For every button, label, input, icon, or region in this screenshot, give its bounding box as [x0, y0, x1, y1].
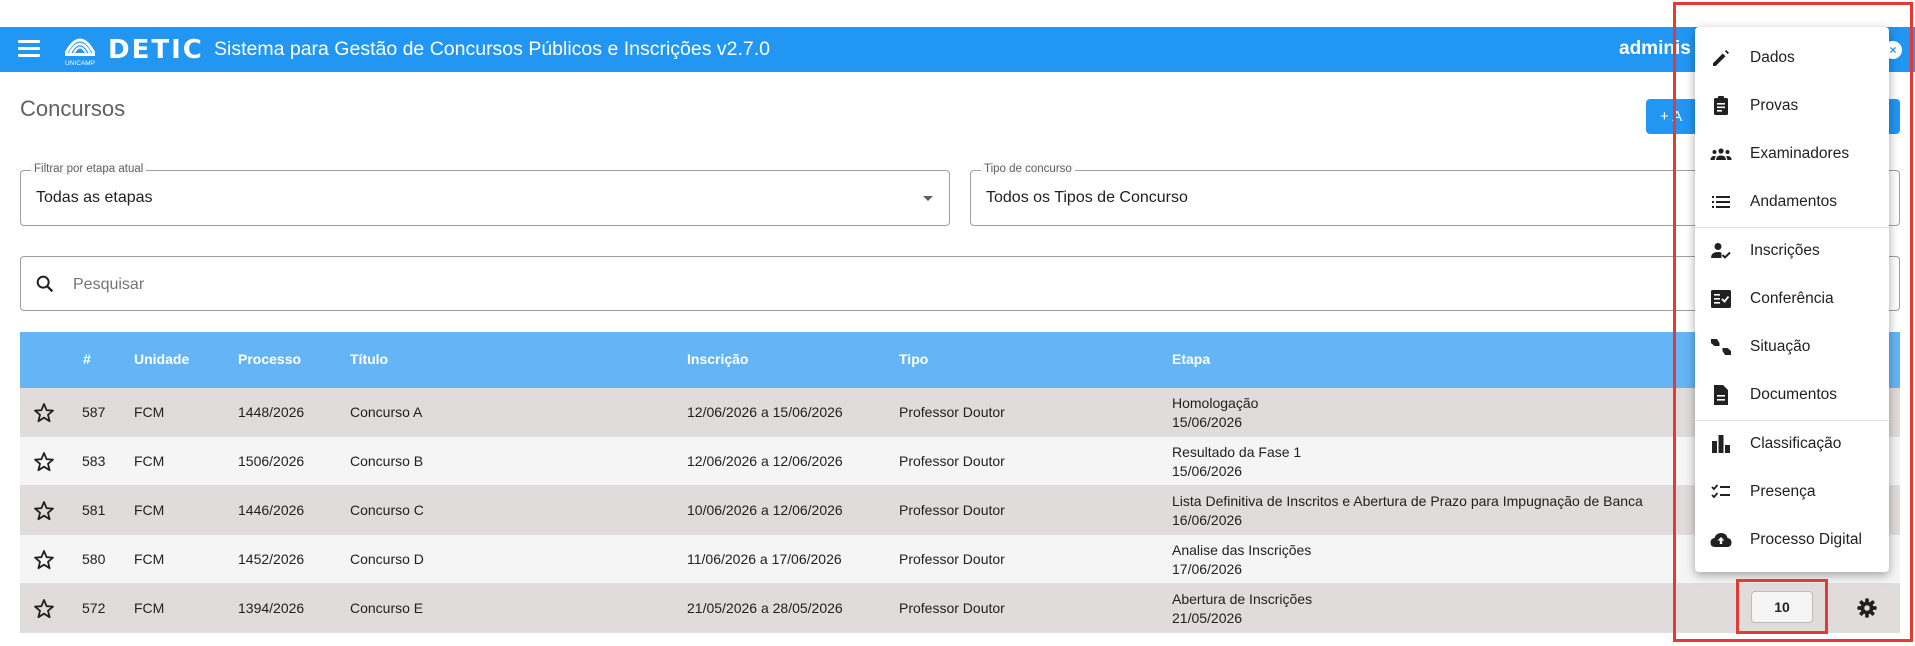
cell-titulo: Concurso A — [350, 404, 423, 420]
favorite-star-icon[interactable] — [32, 401, 56, 425]
highlight-box-menu — [1673, 2, 1913, 642]
cell-id: 587 — [82, 404, 106, 420]
col-header-inscricao[interactable]: Inscrição — [687, 351, 748, 367]
col-header-id[interactable]: # — [83, 351, 91, 367]
concursos-table: # Unidade Processo Título Inscrição Tipo… — [20, 332, 1900, 633]
etapa-name: Abertura de Inscrições — [1172, 591, 1313, 607]
cell-tipo: Professor Doutor — [899, 600, 1005, 616]
cell-etapa: Homologação 15/06/2026 — [1172, 394, 1258, 432]
cell-processo: 1452/2026 — [238, 551, 305, 567]
etapa-date: 15/06/2026 — [1172, 463, 1243, 479]
etapa-date: 15/06/2026 — [1172, 414, 1243, 430]
cell-unidade: FCM — [134, 502, 165, 518]
cell-etapa: Lista Definitiva de Inscritos e Abertura… — [1172, 492, 1643, 530]
cell-titulo: Concurso C — [350, 502, 424, 518]
detic-logo: DETIC — [108, 35, 204, 65]
etapa-filter-value: Todas as etapas — [36, 189, 153, 206]
unicamp-logo: UNICAMP — [64, 38, 96, 67]
col-header-unidade[interactable]: Unidade — [134, 351, 189, 367]
search-placeholder: Pesquisar — [73, 276, 145, 293]
highlight-box-perpage — [1736, 579, 1828, 634]
cell-id: 583 — [82, 453, 106, 469]
app-root: UNICAMP DETIC Sistema para Gestão de Con… — [0, 0, 1915, 646]
table-header: # Unidade Processo Título Inscrição Tipo… — [20, 332, 1900, 388]
col-header-tipo[interactable]: Tipo — [899, 351, 928, 367]
cell-unidade: FCM — [134, 551, 165, 567]
top-app-bar: UNICAMP DETIC Sistema para Gestão de Con… — [0, 27, 1915, 72]
cell-etapa: Resultado da Fase 1 15/06/2026 — [1172, 443, 1301, 481]
cell-titulo: Concurso E — [350, 600, 424, 616]
cell-tipo: Professor Doutor — [899, 502, 1005, 518]
etapa-name: Homologação — [1172, 395, 1259, 411]
cell-id: 581 — [82, 502, 106, 518]
table-row[interactable]: 587 FCM 1448/2026 Concurso A 12/06/2026 … — [20, 388, 1900, 437]
favorite-star-icon[interactable] — [32, 548, 56, 572]
cell-id: 580 — [82, 551, 106, 567]
cell-inscricao: 21/05/2026 a 28/05/2026 — [687, 600, 843, 616]
favorite-star-icon[interactable] — [32, 499, 56, 523]
table-row[interactable]: 583 FCM 1506/2026 Concurso B 12/06/2026 … — [20, 437, 1900, 486]
cell-etapa: Abertura de Inscrições 21/05/2026 — [1172, 590, 1312, 628]
cell-tipo: Professor Doutor — [899, 551, 1005, 567]
cell-processo: 1446/2026 — [238, 502, 305, 518]
col-header-etapa[interactable]: Etapa — [1172, 351, 1210, 367]
cell-etapa: Analise das Inscrições 17/06/2026 — [1172, 541, 1311, 579]
table-row[interactable]: 581 FCM 1446/2026 Concurso C 10/06/2026 … — [20, 486, 1900, 535]
cell-processo: 1394/2026 — [238, 600, 305, 616]
cell-id: 572 — [82, 600, 106, 616]
logo-subtext: UNICAMP — [65, 60, 95, 67]
etapa-date: 16/06/2026 — [1172, 512, 1243, 528]
cell-inscricao: 10/06/2026 a 12/06/2026 — [687, 502, 843, 518]
cell-unidade: FCM — [134, 600, 165, 616]
cell-unidade: FCM — [134, 404, 165, 420]
cell-processo: 1506/2026 — [238, 453, 305, 469]
col-header-titulo[interactable]: Título — [350, 351, 388, 367]
etapa-filter-label: Filtrar por etapa atual — [31, 163, 147, 175]
cell-inscricao: 12/06/2026 a 15/06/2026 — [687, 404, 843, 420]
app-title: Sistema para Gestão de Concursos Público… — [214, 38, 771, 60]
cell-tipo: Professor Doutor — [899, 404, 1005, 420]
col-header-processo[interactable]: Processo — [238, 351, 301, 367]
cell-inscricao: 12/06/2026 a 12/06/2026 — [687, 453, 843, 469]
cell-titulo: Concurso D — [350, 551, 424, 567]
page-title: Concursos — [20, 96, 126, 121]
etapa-filter-select[interactable]: Filtrar por etapa atual Todas as etapas — [20, 163, 950, 226]
search-icon — [36, 275, 54, 293]
etapa-name: Lista Definitiva de Inscritos e Abertura… — [1172, 493, 1643, 509]
etapa-date: 21/05/2026 — [1172, 610, 1243, 626]
etapa-name: Resultado da Fase 1 — [1172, 444, 1302, 460]
search-input[interactable]: Pesquisar — [20, 256, 1900, 311]
etapa-date: 17/06/2026 — [1172, 561, 1243, 577]
tipo-filter-value: Todos os Tipos de Concurso — [986, 189, 1188, 206]
cell-unidade: FCM — [134, 453, 165, 469]
cell-titulo: Concurso B — [350, 453, 424, 469]
cell-inscricao: 11/06/2026 a 17/06/2026 — [687, 551, 842, 567]
favorite-star-icon[interactable] — [32, 597, 56, 621]
cell-tipo: Professor Doutor — [899, 453, 1005, 469]
hamburger-menu-icon[interactable] — [18, 40, 40, 58]
table-row[interactable]: 572 FCM 1394/2026 Concurso E 21/05/2026 … — [20, 584, 1900, 633]
table-row[interactable]: 580 FCM 1452/2026 Concurso D 11/06/2026 … — [20, 535, 1900, 584]
chevron-down-icon — [923, 196, 933, 201]
cell-processo: 1448/2026 — [238, 404, 305, 420]
favorite-star-icon[interactable] — [32, 450, 56, 474]
tipo-filter-label: Tipo de concurso — [981, 163, 1075, 175]
etapa-name: Analise das Inscrições — [1172, 542, 1312, 558]
